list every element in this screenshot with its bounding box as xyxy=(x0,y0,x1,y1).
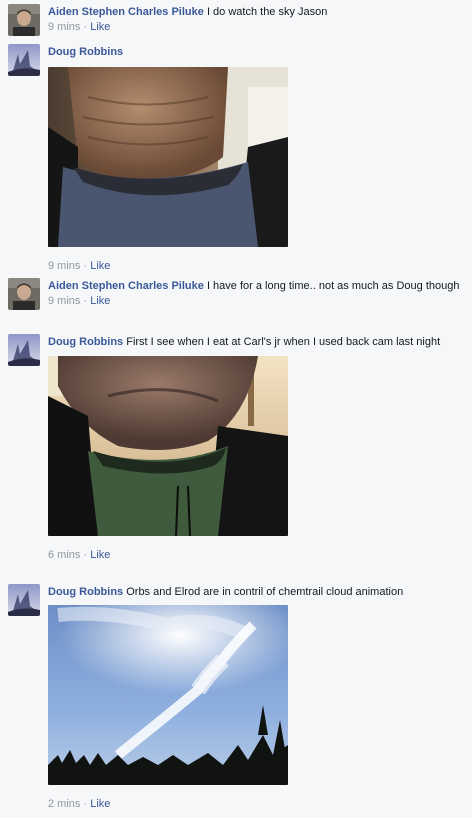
comment-body: Doug Robbins First I see when I eat at C… xyxy=(48,334,464,563)
profile-photo-sky-icon xyxy=(8,584,40,616)
attached-photo[interactable] xyxy=(48,356,288,536)
meta-separator: · xyxy=(83,260,88,272)
comment-meta: 9 mins · Like xyxy=(48,20,464,35)
like-button[interactable]: Like xyxy=(90,21,110,33)
profile-photo-sky-icon xyxy=(8,44,40,76)
attached-photo[interactable] xyxy=(48,605,288,785)
comment-author-link[interactable]: Aiden Stephen Charles Piluke xyxy=(48,280,204,292)
comment-body: Doug Robbins Orbs and Elrod are in contr… xyxy=(48,584,464,812)
meta-separator: · xyxy=(83,21,88,33)
comment-meta: 9 mins · Like xyxy=(48,294,464,309)
comment-author-link[interactable]: Doug Robbins xyxy=(48,336,123,348)
comment-author-link[interactable]: Aiden Stephen Charles Piluke xyxy=(48,6,204,18)
comment-body: Aiden Stephen Charles Piluke I do watch … xyxy=(48,4,464,35)
like-button[interactable]: Like xyxy=(90,295,110,307)
comment-timestamp[interactable]: 9 mins xyxy=(48,295,80,307)
avatar-aiden[interactable] xyxy=(8,4,40,36)
avatar-doug[interactable] xyxy=(8,44,40,76)
meta-separator: · xyxy=(83,798,88,810)
photo-neck-closeup-icon xyxy=(48,67,288,247)
profile-photo-young-man-icon xyxy=(8,278,40,310)
avatar-doug[interactable] xyxy=(8,334,40,366)
comment-text: First I see when I eat at Carl's jr when… xyxy=(126,336,441,348)
photo-chin-restaurant-icon xyxy=(48,356,288,536)
comment-author-link[interactable]: Doug Robbins xyxy=(48,586,123,598)
comment-body: Doug Robbins 9 mins · Like xyxy=(48,44,464,274)
comment-meta: 6 mins · Like xyxy=(48,548,464,563)
comment-timestamp[interactable]: 9 mins xyxy=(48,21,80,33)
profile-photo-sky-icon xyxy=(8,334,40,366)
like-button[interactable]: Like xyxy=(90,260,110,272)
comment-timestamp[interactable]: 2 mins xyxy=(48,798,80,810)
comment-text: I do watch the sky Jason xyxy=(206,6,328,18)
comment-meta: 9 mins · Like xyxy=(48,259,464,274)
comment-timestamp[interactable]: 9 mins xyxy=(48,260,80,272)
like-button[interactable]: Like xyxy=(90,549,110,561)
comment-author-link[interactable]: Doug Robbins xyxy=(48,46,123,58)
comment-timestamp[interactable]: 6 mins xyxy=(48,549,80,561)
profile-photo-young-man-icon xyxy=(8,4,40,36)
comment-meta: 2 mins · Like xyxy=(48,797,464,812)
comment-text: Orbs and Elrod are in contril of chemtra… xyxy=(126,586,404,598)
comment-text: I have for a long time.. not as much as … xyxy=(206,280,460,292)
like-button[interactable]: Like xyxy=(90,798,110,810)
meta-separator: · xyxy=(83,295,88,307)
meta-separator: · xyxy=(83,549,88,561)
attached-photo[interactable] xyxy=(48,67,288,247)
photo-sky-chemtrail-icon xyxy=(48,605,288,785)
comment-body: Aiden Stephen Charles Piluke I have for … xyxy=(48,278,464,309)
avatar-aiden[interactable] xyxy=(8,278,40,310)
avatar-doug[interactable] xyxy=(8,584,40,616)
